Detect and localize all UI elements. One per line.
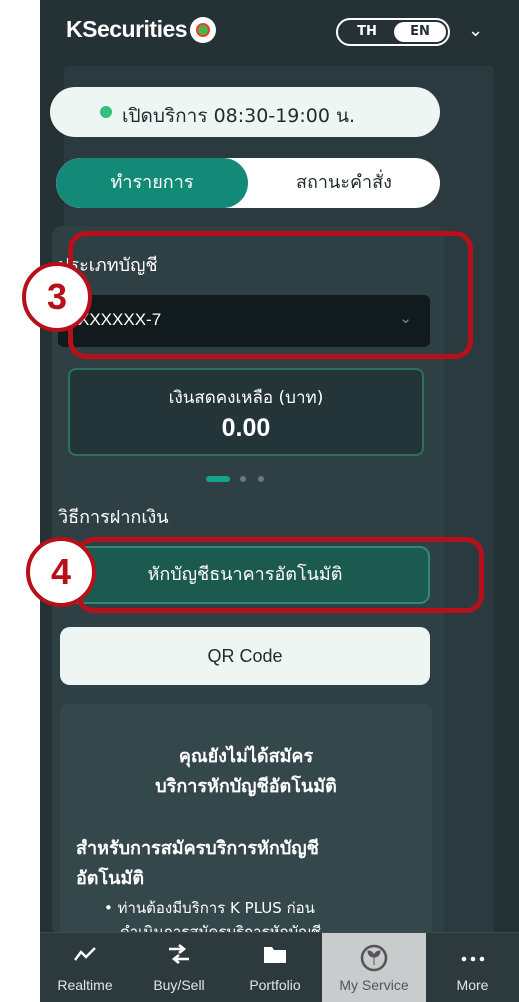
nav-my-service[interactable]: My Service — [322, 933, 426, 1002]
callout-badge-3: 3 — [22, 262, 92, 332]
service-hours-badge: เปิดบริการ 08:30-19:00 น. — [50, 87, 440, 137]
page-dot[interactable] — [258, 476, 264, 482]
info-subtitle-line: อัตโนมัติ — [76, 868, 145, 889]
callout-badge-4: 4 — [26, 537, 96, 607]
cash-balance-value: 0.00 — [221, 414, 271, 442]
lang-th-option[interactable]: TH — [340, 22, 394, 42]
tab-transaction[interactable]: ทำรายการ — [56, 158, 248, 208]
tab-order-status[interactable]: สถานะคำสั่ง — [248, 158, 440, 208]
more-dots-icon — [426, 943, 519, 971]
callout-account-type — [68, 231, 473, 359]
tab-bar: ทำรายการ สถานะคำสั่ง — [56, 158, 440, 208]
language-toggle[interactable]: TH EN — [336, 18, 450, 46]
service-hours-text: เปิดบริการ 08:30-19:00 น. — [122, 105, 356, 127]
nav-label: Buy/Sell — [153, 977, 205, 993]
lang-en-option[interactable]: EN — [394, 22, 446, 42]
chevron-down-icon[interactable]: ⌄ — [468, 20, 483, 41]
nav-more[interactable]: More — [426, 933, 519, 1002]
info-title: คุณยังไม่ได้สมัคร บริการหักบัญชีอัตโนมัต… — [60, 742, 432, 802]
deposit-method-label: วิธีการฝากเงิน — [58, 507, 169, 528]
chart-line-icon — [40, 943, 130, 971]
nav-label: Portfolio — [249, 977, 301, 993]
nav-label: My Service — [339, 977, 409, 993]
app-header: KSecurities TH EN ⌄ — [40, 0, 519, 66]
info-subtitle-line: สำหรับการสมัครบริการหักบัญชี — [76, 838, 319, 859]
info-panel: คุณยังไม่ได้สมัคร บริการหักบัญชีอัตโนมัต… — [60, 704, 432, 944]
nav-buy-sell[interactable]: Buy/Sell — [130, 933, 228, 1002]
buy-sell-arrows-icon — [130, 943, 228, 971]
info-title-line: คุณยังไม่ได้สมัคร — [178, 746, 314, 767]
status-dot-icon — [100, 106, 112, 118]
nav-realtime[interactable]: Realtime — [40, 933, 130, 1002]
callout-auto-debit — [76, 537, 484, 613]
page-dot-active[interactable] — [206, 476, 230, 482]
info-bullet-line: • ท่านต้องมีบริการ K PLUS ก่อน — [104, 899, 315, 917]
cash-balance-card: เงินสดคงเหลือ (บาท) 0.00 — [68, 368, 424, 456]
page-dot[interactable] — [240, 476, 246, 482]
nav-label: Realtime — [57, 977, 113, 993]
leaf-service-icon — [322, 943, 426, 972]
cash-balance-label: เงินสดคงเหลือ (บาท) — [168, 388, 324, 408]
info-title-line: บริการหักบัญชีอัตโนมัติ — [155, 776, 337, 797]
brand-logo: KSecurities — [66, 16, 188, 42]
info-subtitle: สำหรับการสมัครบริการหักบัญชี อัตโนมัติ — [76, 834, 416, 894]
nav-label: More — [456, 977, 489, 993]
kbank-logo-icon — [190, 17, 216, 43]
bottom-nav: Realtime Buy/Sell Portfolio My Service M… — [40, 932, 519, 1002]
qr-code-button[interactable]: QR Code — [60, 627, 430, 685]
nav-portfolio[interactable]: Portfolio — [228, 933, 322, 1002]
folder-icon — [228, 943, 322, 971]
